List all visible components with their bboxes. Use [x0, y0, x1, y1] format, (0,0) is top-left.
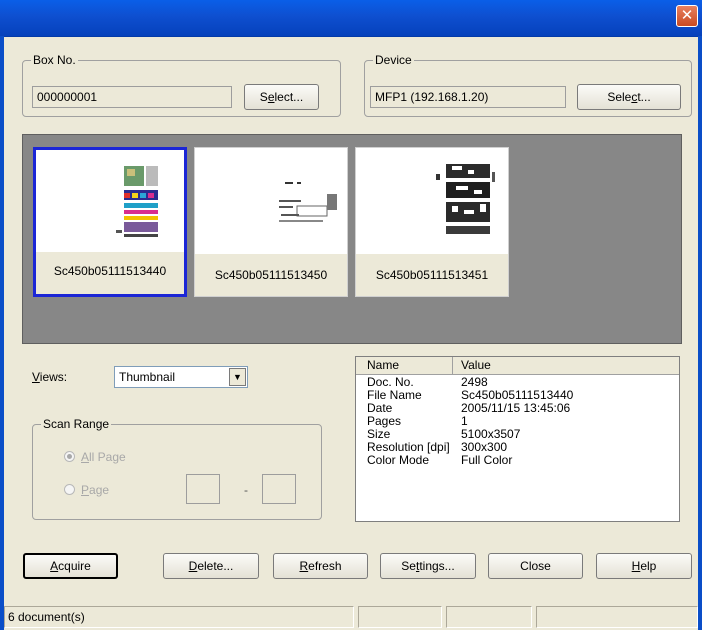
refresh-button[interactable]: Refresh	[273, 553, 368, 579]
property-row: Color Mode Full Color	[367, 453, 513, 467]
range-dash: -	[244, 483, 248, 497]
acquire-button[interactable]: Acquire	[23, 553, 118, 579]
device-legend: Device	[373, 53, 414, 67]
radio-all-page[interactable]: All Page	[64, 450, 126, 464]
window-frame-left	[0, 36, 4, 630]
close-button[interactable]: Close	[488, 553, 583, 579]
thumbnail-item[interactable]: Sc450b05111513440	[33, 147, 187, 297]
radio-selected-icon	[64, 451, 75, 462]
thumbnail-item[interactable]: Sc450b05111513450	[194, 147, 348, 297]
device-select-button[interactable]: Select...	[577, 84, 681, 110]
thumbnail-caption: Sc450b05111513450	[195, 254, 347, 296]
views-dropdown[interactable]: Thumbnail ▼	[114, 366, 248, 388]
status-panel	[358, 606, 442, 628]
document-preview-image	[356, 148, 508, 246]
page-from-field[interactable]	[186, 474, 220, 504]
views-selected-value: Thumbnail	[119, 370, 176, 384]
properties-header: Name Value	[356, 357, 679, 375]
col-name-header[interactable]: Name	[367, 358, 399, 372]
box-select-button[interactable]: Select...	[244, 84, 319, 110]
property-row: Date 2005/11/15 13:45:06	[367, 401, 571, 415]
box-no-legend: Box No.	[31, 53, 78, 67]
window-frame-right	[698, 36, 702, 630]
properties-list[interactable]: Name Value Doc. No. 2498 File Name Sc450b0…	[355, 356, 680, 522]
help-button[interactable]: Help	[596, 553, 692, 579]
box-no-field: 000000001	[32, 86, 232, 108]
chevron-down-icon[interactable]: ▼	[229, 368, 246, 386]
views-label: Views:	[32, 370, 68, 384]
status-bar: 6 document(s)	[0, 602, 702, 630]
document-preview-image	[195, 148, 347, 246]
thumbnail-caption: Sc450b05111513451	[356, 254, 508, 296]
thumbnail-caption: Sc450b05111513440	[36, 252, 184, 294]
column-divider[interactable]	[452, 357, 453, 374]
scan-range-legend: Scan Range	[41, 417, 112, 431]
page-to-field[interactable]	[262, 474, 296, 504]
title-bar: ✕	[0, 0, 702, 37]
document-preview-image	[36, 150, 184, 248]
radio-unselected-icon	[64, 484, 75, 495]
status-text: 6 document(s)	[4, 606, 354, 628]
radio-page[interactable]: Page	[64, 483, 109, 497]
status-panel	[446, 606, 532, 628]
scan-range-group: Scan Range	[32, 417, 322, 520]
col-value-header[interactable]: Value	[461, 358, 491, 372]
thumbnail-view[interactable]: Sc450b05111513440 Sc450b05111513450 Sc45…	[22, 134, 682, 344]
thumbnail-item[interactable]: Sc450b05111513451	[355, 147, 509, 297]
settings-button[interactable]: Settings...	[380, 553, 476, 579]
close-window-icon[interactable]: ✕	[676, 5, 698, 27]
delete-button[interactable]: Delete...	[163, 553, 259, 579]
device-field: MFP1 (192.168.1.20)	[370, 86, 566, 108]
status-panel	[536, 606, 698, 628]
